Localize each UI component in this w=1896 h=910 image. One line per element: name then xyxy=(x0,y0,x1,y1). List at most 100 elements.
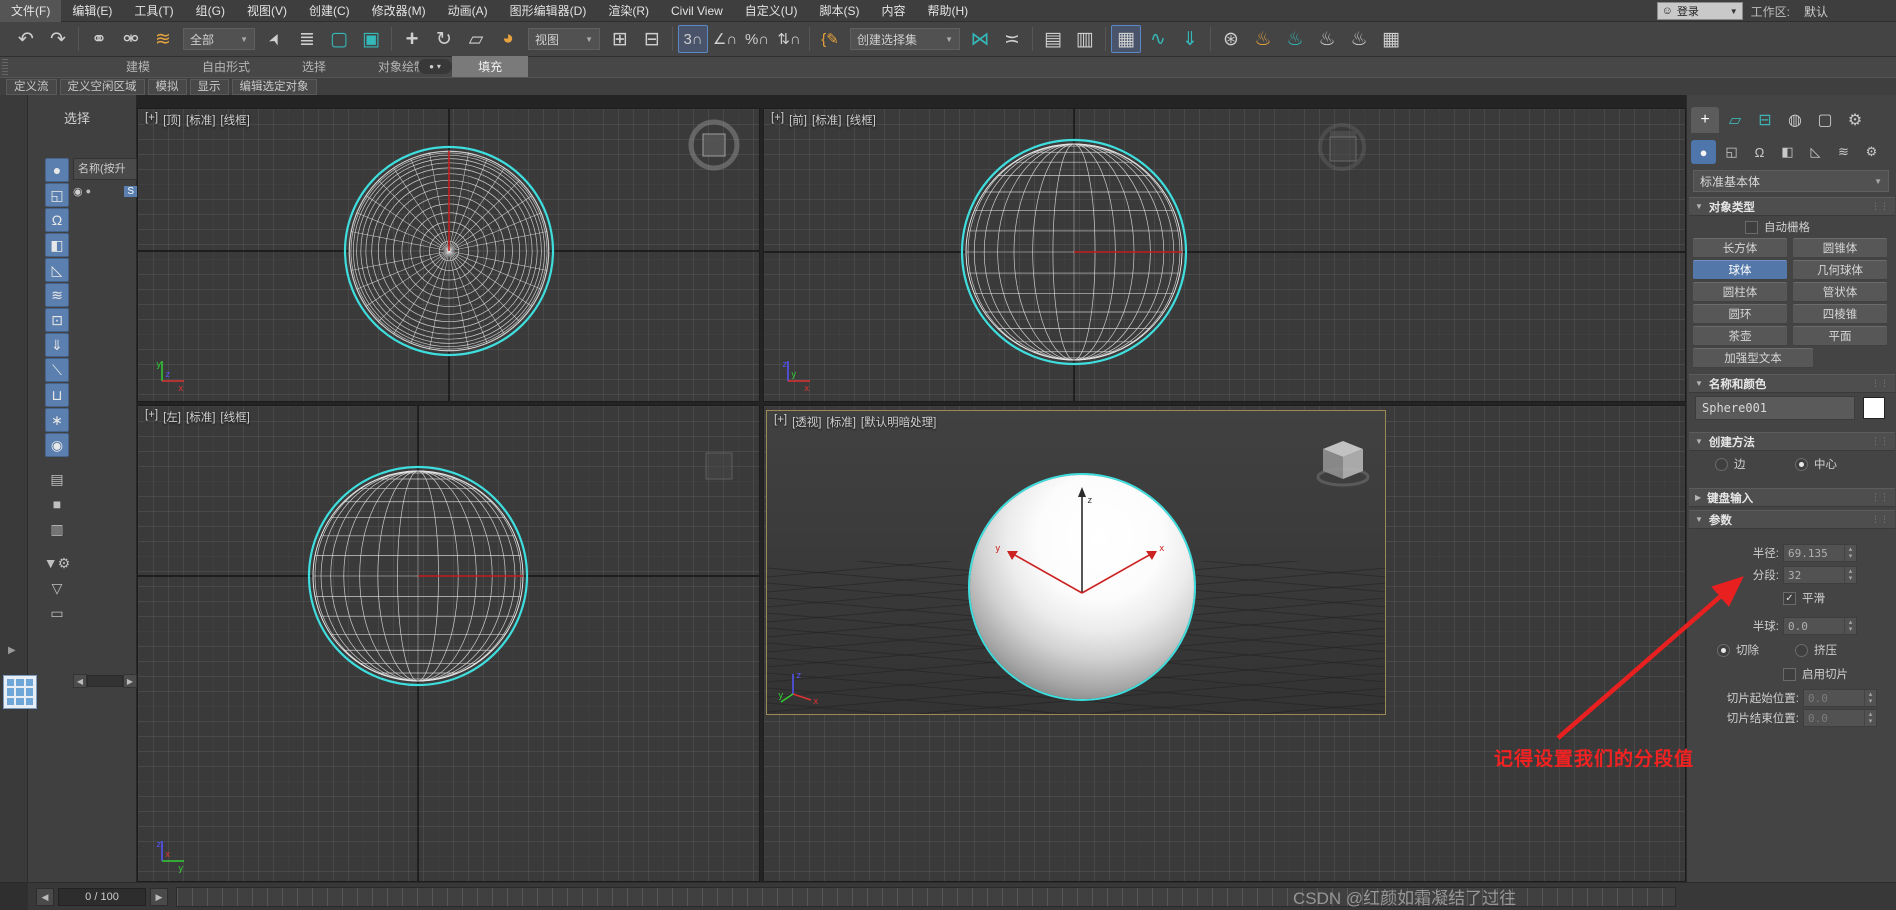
tab-freeform[interactable]: 自由形式 xyxy=(176,56,276,77)
btn-tube[interactable]: 管状体 xyxy=(1793,282,1887,302)
center-radio[interactable] xyxy=(1795,457,1808,471)
menu-rendering[interactable]: 渲染(R) xyxy=(597,0,660,22)
login-dropdown[interactable]: ☺ 登录 ▼ xyxy=(1656,2,1743,20)
scroll-right-icon[interactable]: ▶ xyxy=(123,674,137,688)
menu-file[interactable]: 文件(F) xyxy=(0,0,62,22)
filter-helpers-icon[interactable]: ◺ xyxy=(45,258,69,282)
tab-display-icon[interactable]: ▢ xyxy=(1811,107,1839,133)
tab-modeling[interactable]: 建模 xyxy=(100,56,176,77)
cat-shapes-icon[interactable]: ◱ xyxy=(1719,140,1744,164)
filter-containers-icon[interactable]: ⊔ xyxy=(45,383,69,407)
vp-menu-shading[interactable]: [线框] xyxy=(220,409,249,425)
menu-civil-view[interactable]: Civil View xyxy=(660,0,734,22)
filter-spacewarps-icon[interactable]: ≋ xyxy=(45,283,69,307)
object-color-swatch[interactable] xyxy=(1863,397,1885,419)
chop-radio[interactable] xyxy=(1717,643,1730,657)
expand-arrow-icon[interactable]: ▶ xyxy=(8,645,16,656)
btn-sphere[interactable]: 球体 xyxy=(1693,260,1787,280)
layer-manager-icon[interactable]: ▤ xyxy=(1038,25,1068,53)
hemisphere-spinner[interactable]: 0.0 ▴ ▾ xyxy=(1783,617,1857,635)
filter-geometry-icon[interactable]: ● xyxy=(45,158,69,182)
scene-layers-icon[interactable]: ▥ xyxy=(1070,25,1100,53)
vp-menu-shading[interactable]: [默认明暗处理] xyxy=(861,414,936,430)
cat-cameras-icon[interactable]: ◧ xyxy=(1775,140,1800,164)
btn-define-flow[interactable]: 定义流 xyxy=(6,78,57,95)
btn-cone[interactable]: 圆锥体 xyxy=(1793,238,1887,258)
slice-from-spinner[interactable]: 0.0 ▴ ▾ xyxy=(1803,689,1877,707)
viewport-top[interactable]: [+] [顶] [标准] [线框] y x z xyxy=(137,108,760,402)
eye-icon[interactable]: ◉ xyxy=(73,185,83,198)
vp-menu-view[interactable]: [左] xyxy=(163,409,181,425)
vp-menu-standard[interactable]: [标准] xyxy=(186,112,215,128)
bind-spacewarp-icon[interactable]: ≋ xyxy=(148,25,178,53)
filter-bones-icon[interactable]: ⟍ xyxy=(45,358,69,382)
menu-scripting[interactable]: 脚本(S) xyxy=(808,0,870,22)
filter-funnel-icon[interactable]: ▽ xyxy=(45,576,69,600)
vp-menu-plus[interactable]: [+] xyxy=(774,414,787,430)
menu-create[interactable]: 创建(C) xyxy=(298,0,361,22)
object-name[interactable]: S xyxy=(124,185,137,197)
vp-menu-shading[interactable]: [线框] xyxy=(846,112,875,128)
named-selection-sets-dropdown[interactable]: 创建选择集 ▼ xyxy=(850,28,960,50)
explorer-column-header[interactable]: 名称(按升 xyxy=(73,158,137,180)
object-name-input[interactable]: Sphere001 xyxy=(1695,396,1855,420)
tab-populate[interactable]: 填充 xyxy=(452,56,529,77)
rollout-parameters[interactable]: ▼ 参数 ⋮⋮ xyxy=(1689,510,1895,529)
explorer-object-row[interactable]: ◉ ● S xyxy=(73,183,137,199)
next-frame-icon[interactable]: ▶ xyxy=(150,888,168,906)
menu-tools[interactable]: 工具(T) xyxy=(123,0,184,22)
btn-teapot[interactable]: 茶壶 xyxy=(1693,326,1787,346)
menu-views[interactable]: 视图(V) xyxy=(236,0,298,22)
btn-display[interactable]: 显示 xyxy=(189,78,229,95)
display-mode-block-icon[interactable]: ■ xyxy=(45,492,69,516)
window-crossing-icon[interactable]: ▣ xyxy=(356,25,386,53)
filter-cameras-icon[interactable]: ◧ xyxy=(45,233,69,257)
cat-systems-icon[interactable]: ⚙ xyxy=(1859,140,1884,164)
unlink-icon[interactable]: ⚮ xyxy=(116,25,146,53)
viewcube-top[interactable] xyxy=(686,117,742,173)
filter-config-icon[interactable]: ▼⚙ xyxy=(44,551,70,575)
cat-helpers-icon[interactable]: ◺ xyxy=(1803,140,1828,164)
undo-icon[interactable]: ↶ xyxy=(11,25,41,53)
slice-to-spinner[interactable]: 0.0 ▴ ▾ xyxy=(1803,709,1877,727)
smooth-checkbox[interactable]: ✓ xyxy=(1783,591,1796,605)
percent-snap-icon[interactable]: %∩ xyxy=(742,25,772,53)
filter-groups-icon[interactable]: ⊡ xyxy=(45,308,69,332)
rollout-object-type[interactable]: ▼ 对象类型 ⋮⋮ xyxy=(1689,197,1895,216)
prev-frame-icon[interactable]: ◀ xyxy=(36,888,54,906)
angle-snap-icon[interactable]: ∠∩ xyxy=(710,25,740,53)
menu-help[interactable]: 帮助(H) xyxy=(916,0,979,22)
render-cloud-icon[interactable]: ♨ xyxy=(1344,25,1374,53)
vp-menu-view[interactable]: [顶] xyxy=(163,112,181,128)
filter-lights-icon[interactable]: Ω xyxy=(45,208,69,232)
btn-cylinder[interactable]: 圆柱体 xyxy=(1693,282,1787,302)
mirror-icon[interactable]: ⋈ xyxy=(965,25,995,53)
rect-selection-region-icon[interactable]: ▢ xyxy=(324,25,354,53)
menu-customize[interactable]: 自定义(U) xyxy=(734,0,809,22)
radius-spinner[interactable]: 69.135 ▴ ▾ xyxy=(1783,544,1857,562)
scroll-track[interactable] xyxy=(87,675,123,687)
vp-menu-view[interactable]: [透视] xyxy=(792,414,821,430)
display-mode-list-icon[interactable]: ▤ xyxy=(45,467,69,491)
redo-icon[interactable]: ↷ xyxy=(43,25,73,53)
segments-spinner[interactable]: 32 ▴ ▾ xyxy=(1783,566,1857,584)
select-scale-icon[interactable]: ▱ xyxy=(461,25,491,53)
edge-radio[interactable] xyxy=(1715,457,1728,471)
curve-editor-icon[interactable]: ∿ xyxy=(1143,25,1173,53)
workspace-dropdown[interactable]: 默认 xyxy=(1798,2,1890,20)
autogrid-checkbox[interactable] xyxy=(1745,220,1758,234)
rollout-name-color[interactable]: ▼ 名称和颜色 ⋮⋮ xyxy=(1689,374,1895,393)
vp-menu-plus[interactable]: [+] xyxy=(145,409,158,425)
vp-menu-standard[interactable]: [标准] xyxy=(186,409,215,425)
vp-menu-plus[interactable]: [+] xyxy=(771,112,784,128)
viewcube-front[interactable] xyxy=(1314,119,1370,175)
render-production-icon[interactable]: ♨ xyxy=(1312,25,1342,53)
select-rotate-icon[interactable]: ↻ xyxy=(429,25,459,53)
tab-modify-icon[interactable]: ▱ xyxy=(1721,107,1749,133)
render-setup-icon[interactable]: ♨ xyxy=(1248,25,1278,53)
frame-counter[interactable]: 0 / 100 xyxy=(58,888,146,906)
scroll-left-icon[interactable]: ◀ xyxy=(73,674,87,688)
explorer-scrollbar[interactable]: ◀ ▶ xyxy=(73,673,137,689)
btn-edit-selected[interactable]: 编辑选定对象 xyxy=(231,78,317,95)
viewport-left[interactable]: [+] [左] [标准] [线框] z y x xyxy=(137,405,760,882)
